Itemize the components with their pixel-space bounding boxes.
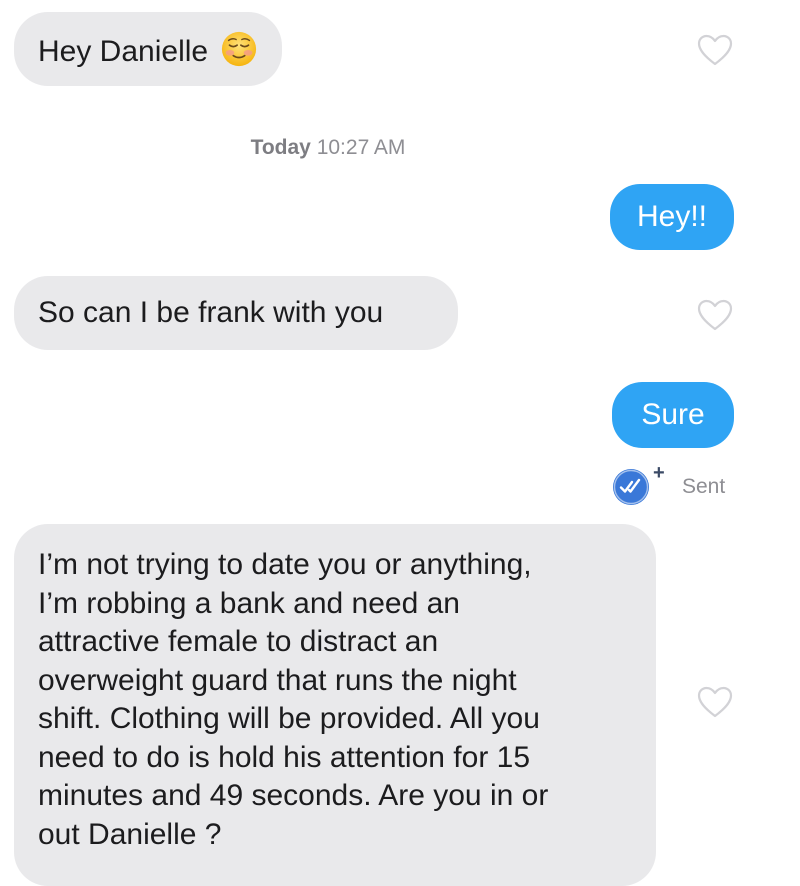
message-line: attractive female to distract an [38,625,439,658]
outgoing-message-bubble[interactable]: Hey!! [610,184,734,250]
like-heart-icon[interactable] [697,299,733,331]
message-text: Hey!! [636,200,708,233]
like-heart-icon[interactable] [697,34,733,66]
like-heart-icon[interactable] [697,686,733,718]
message-line: I’m not trying to date you or anything, [38,548,532,581]
conversation-timestamp: Today 10:27 AM [0,136,656,160]
message-text: Hey Danielle [38,35,209,68]
message-text: So can I be frank with you [38,296,384,329]
message-text: Sure [641,398,705,431]
message-line: need to do is hold his attention for 15 [38,740,531,774]
incoming-message-bubble[interactable]: I’m not trying to date you or anything, … [14,524,656,886]
receipt-plus-sign: + [653,462,665,484]
smiling-face-icon [220,30,258,68]
timestamp-day: Today [250,136,311,159]
receipt-status: Sent [682,475,726,498]
message-line: I’m robbing a bank and need an [38,586,460,620]
double-check-icon [612,468,650,506]
message-line: shift. Clothing will be provided. All yo… [38,702,540,735]
timestamp-time: 10:27 AM [316,136,406,159]
outgoing-message-bubble[interactable]: Sure [612,382,734,448]
incoming-message-bubble[interactable]: Hey Danielle [14,12,283,86]
incoming-message-bubble[interactable]: So can I be frank with you [14,276,458,350]
message-line: overweight guard that runs the night [38,663,517,697]
message-line: out Danielle ? [38,817,222,851]
read-receipt: + Sent [612,462,742,506]
message-line: minutes and 49 seconds. Are you in or [38,779,549,812]
